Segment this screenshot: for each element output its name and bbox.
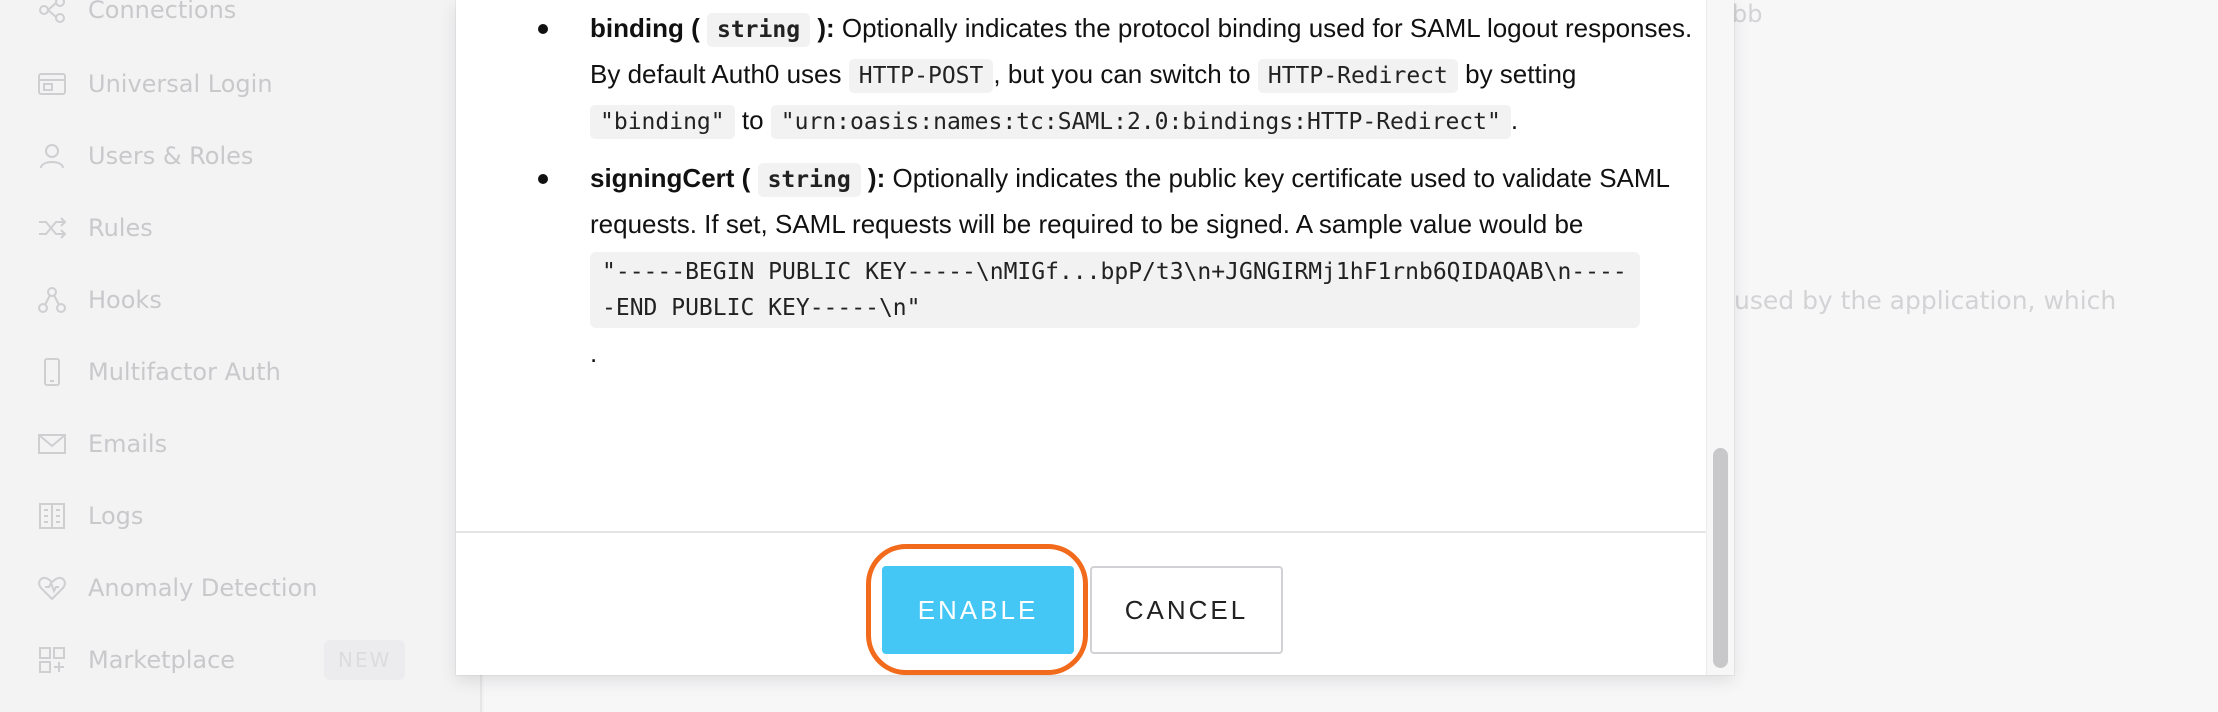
inline-code: "urn:oasis:names:tc:SAML:2.0:bindings:HT… [770, 105, 1511, 139]
sidebar-item-logs[interactable]: Logs [36, 496, 436, 536]
list-item-binding: binding ( string ): Optionally indicates… [538, 6, 1696, 144]
sidebar-item-label: Anomaly Detection [88, 574, 318, 602]
sidebar-item-connections[interactable]: Connections [36, 0, 436, 30]
connections-icon [36, 0, 68, 26]
description-text: . [1510, 105, 1519, 135]
term-signing-cert: signingCert ( string ): [590, 163, 885, 197]
modal-body: binding ( string ): Optionally indicates… [456, 0, 1706, 530]
sidebar-item-rules[interactable]: Rules [36, 208, 436, 248]
sidebar-item-multifactor-auth[interactable]: Multifactor Auth [36, 352, 436, 392]
enable-button[interactable]: ENABLE [882, 566, 1074, 654]
sidebar-item-label: Marketplace [88, 646, 236, 674]
sidebar-item-label: Multifactor Auth [88, 358, 281, 386]
term-binding: binding ( string ): [590, 13, 835, 47]
hooks-icon [36, 284, 68, 316]
logs-icon [36, 500, 68, 532]
description-text: . [590, 338, 598, 368]
sidebar-item-emails[interactable]: Emails [36, 424, 436, 464]
sidebar-item-marketplace[interactable]: Marketplace NEW [36, 640, 436, 680]
new-badge: NEW [324, 640, 406, 680]
background-text: used by the application, which [1734, 286, 2117, 315]
description-text: by setting [1465, 59, 1577, 89]
type-code: string [706, 13, 811, 47]
phone-icon [36, 356, 68, 388]
sidebar-item-universal-login[interactable]: Universal Login [36, 64, 436, 104]
sidebar-item-anomaly-detection[interactable]: Anomaly Detection [36, 568, 436, 608]
inline-code: "binding" [590, 105, 735, 139]
scrollbar-thumb[interactable] [1713, 448, 1728, 668]
mail-icon [36, 428, 68, 460]
sidebar-item-label: Rules [88, 214, 153, 242]
sidebar-item-hooks[interactable]: Hooks [36, 280, 436, 320]
sidebar-item-users-roles[interactable]: Users & Roles [36, 136, 436, 176]
background-text: bb [1732, 0, 1763, 28]
sidebar-item-label: Universal Login [88, 70, 273, 98]
description-text: to [741, 105, 764, 135]
sidebar: Connections Universal Login Users & Role… [0, 0, 482, 712]
rules-icon [36, 212, 68, 244]
description-text: , but you can switch to [993, 59, 1251, 89]
grid-icon [36, 644, 68, 676]
heart-icon [36, 572, 68, 604]
inline-code: HTTP-Redirect [1257, 59, 1458, 93]
footer-divider [456, 531, 1706, 533]
universal-login-icon [36, 68, 68, 100]
sidebar-item-label: Hooks [88, 286, 162, 314]
inline-code: HTTP-POST [848, 59, 994, 93]
enable-addon-modal: binding ( string ): Optionally indicates… [456, 0, 1734, 675]
settings-list: binding ( string ): Optionally indicates… [538, 6, 1696, 390]
sidebar-item-label: Emails [88, 430, 168, 458]
sidebar-item-label: Logs [88, 502, 144, 530]
sidebar-item-label: Users & Roles [88, 142, 254, 170]
list-item-signing-cert: signingCert ( string ): Optionally indic… [538, 156, 1696, 378]
code-block: "-----BEGIN PUBLIC KEY-----\nMIGf...bpP/… [590, 252, 1640, 328]
type-code: string [757, 163, 861, 197]
sidebar-item-label: Connections [88, 0, 237, 24]
cancel-button[interactable]: CANCEL [1090, 566, 1283, 654]
users-icon [36, 140, 68, 172]
